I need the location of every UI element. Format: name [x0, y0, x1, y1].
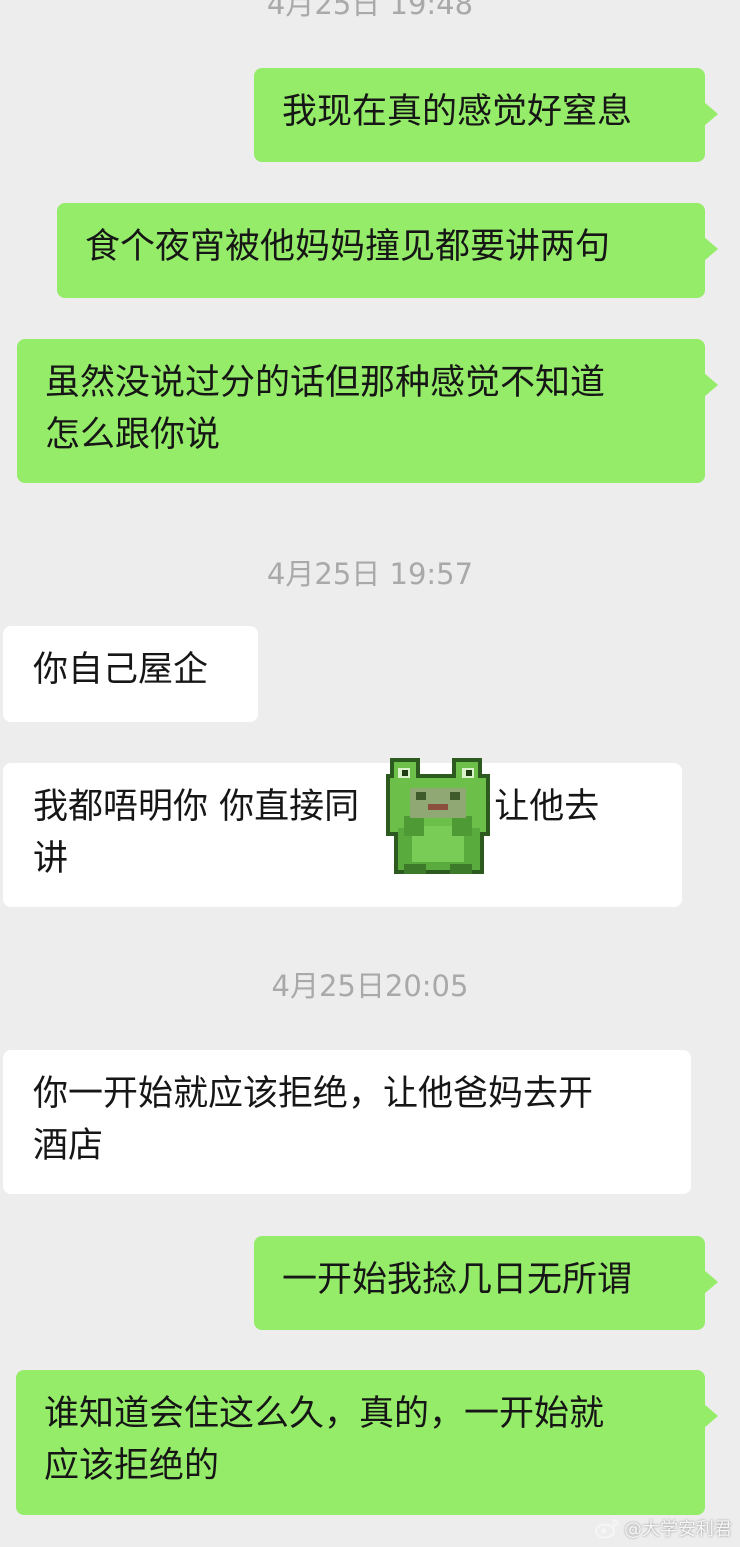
outgoing-message[interactable]: 食个夜宵被他妈妈撞见都要讲两句 — [57, 203, 718, 298]
outgoing-message[interactable]: 一开始我捻几日无所谓 — [254, 1236, 718, 1330]
watermark: @大学安利君 — [594, 1515, 732, 1541]
timestamp: 4月25日20:05 — [271, 969, 469, 1003]
outgoing-message[interactable]: 谁知道会住这么久，真的，一开始就 应该拒绝的 — [16, 1370, 718, 1515]
message-text: 一开始我捻几日无所谓 — [282, 1260, 633, 1300]
incoming-message[interactable]: 你自己屋企 — [3, 626, 258, 722]
watermark-text: @大学安利君 — [624, 1519, 732, 1540]
message-text: 谁知道会住这么久，真的，一开始就 应该拒绝的 — [44, 1394, 605, 1486]
weibo-logo-icon — [595, 1519, 619, 1539]
message-text: 你自己屋企 — [33, 650, 209, 690]
outgoing-message[interactable]: 虽然没说过分的话但那种感觉不知道 怎么跟你说 — [17, 339, 718, 483]
message-text: 我都唔明你 你直接同 讲 让他去 讲 — [33, 787, 600, 879]
timestamp: 4月25日 19:57 — [266, 557, 474, 591]
message-text: 食个夜宵被他妈妈撞见都要讲两句 — [85, 227, 611, 267]
message-text: 虽然没说过分的话但那种感觉不知道 怎么跟你说 — [45, 363, 606, 455]
message-text: 你一开始就应该拒绝，让他爸妈去开 酒店 — [33, 1074, 594, 1166]
incoming-message[interactable]: 你一开始就应该拒绝，让他爸妈去开 酒店 — [3, 1050, 691, 1194]
frog-sticker-icon[interactable] — [382, 756, 494, 876]
message-text: 我现在真的感觉好窒息 — [282, 92, 633, 132]
incoming-message[interactable]: 我都唔明你 你直接同 讲 让他去 讲 — [3, 763, 682, 907]
timestamp: 4月25日 19:48 — [266, 0, 474, 21]
outgoing-message[interactable]: 我现在真的感觉好窒息 — [254, 68, 718, 162]
